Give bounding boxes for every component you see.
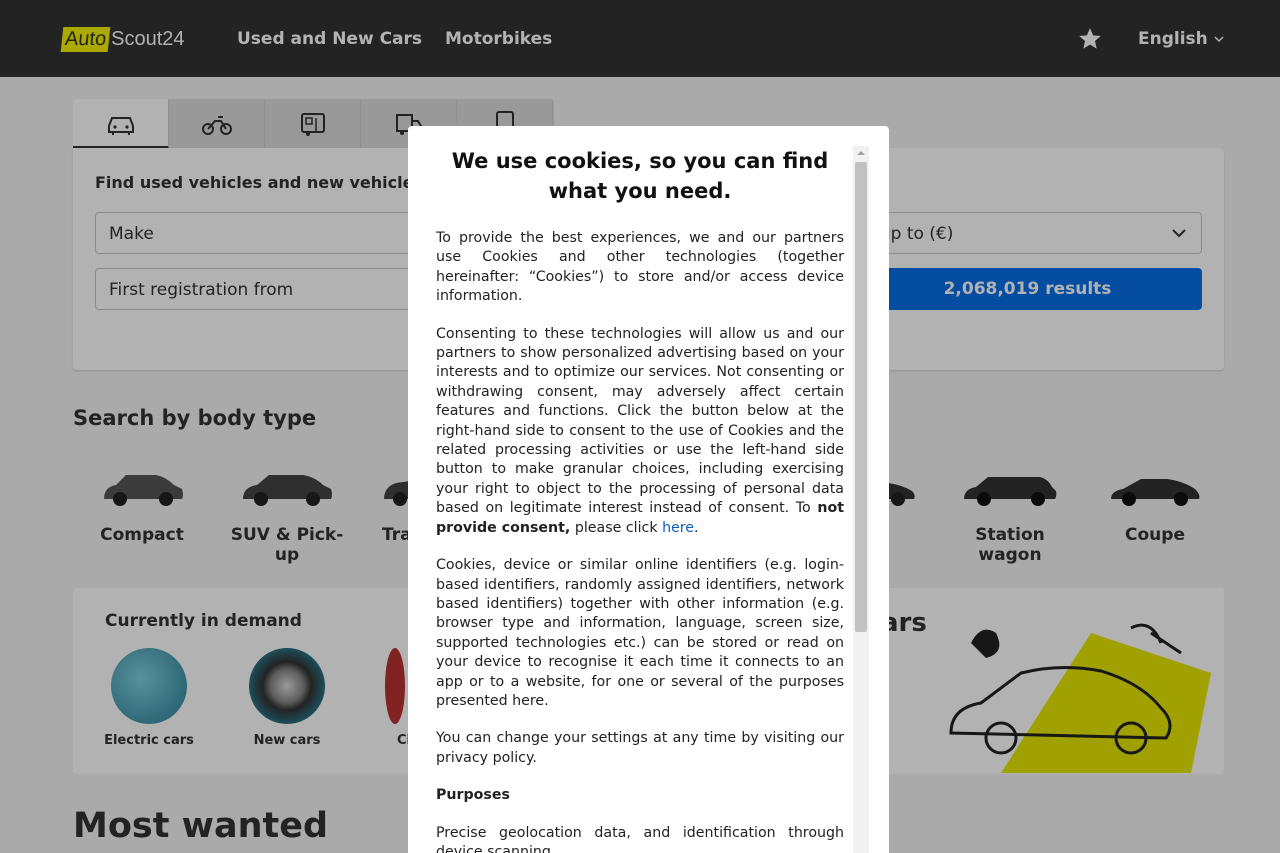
purposes-heading: Purposes xyxy=(436,787,510,804)
cookie-paragraph-4: You can change your settings at any time… xyxy=(436,730,844,766)
scroll-up-arrow-icon[interactable] xyxy=(853,146,869,160)
cookie-paragraph-2: Consenting to these technologies will al… xyxy=(436,325,844,538)
cookie-paragraph-3: Cookies, device or similar online identi… xyxy=(436,557,844,709)
cookie-modal-body: To provide the best experiences, we and … xyxy=(436,229,844,853)
scrollbar-thumb[interactable] xyxy=(855,162,867,632)
cookie-consent-modal: We use cookies, so you can find what you… xyxy=(408,126,889,853)
purpose-item: Precise geolocation data, and identifica… xyxy=(436,824,844,853)
cookie-paragraph-1: To provide the best experiences, we and … xyxy=(436,230,844,305)
reject-here-link[interactable]: here xyxy=(662,520,694,536)
modal-scrollbar[interactable] xyxy=(853,146,869,853)
cookie-modal-title: We use cookies, so you can find what you… xyxy=(451,149,829,203)
cookie-paragraph-2-text: Consenting to these technologies will al… xyxy=(436,325,844,517)
period: . xyxy=(694,519,699,536)
please-click-text: please click xyxy=(574,519,658,536)
